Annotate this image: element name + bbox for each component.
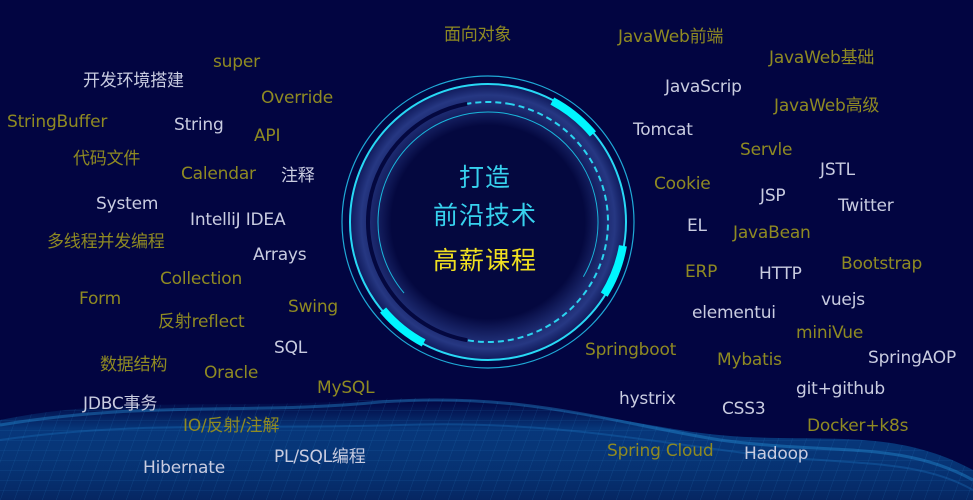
tag-mybatis: Mybatis — [717, 350, 782, 370]
tag-calendar: Calendar — [181, 164, 256, 184]
tag-springboot: Springboot — [585, 340, 677, 360]
tag-vuejs: vuejs — [821, 290, 865, 310]
center-line-3: 高薪课程 — [432, 246, 537, 275]
tag-javascrip: JavaScrip — [665, 77, 742, 97]
tag: 多线程并发编程 — [47, 232, 165, 252]
tag: 代码文件 — [73, 149, 141, 169]
tag-el: EL — [687, 216, 707, 236]
tag-minivue: miniVue — [796, 323, 864, 343]
tag-arrays: Arrays — [253, 245, 307, 265]
tag-mysql: MySQL — [317, 378, 375, 398]
tag-javaweb: JavaWeb高级 — [774, 96, 880, 116]
tag-system: System — [96, 194, 159, 214]
tag-elementui: elementui — [692, 303, 776, 323]
tag-servle: Servle — [740, 140, 793, 160]
tag-twitter: Twitter — [838, 196, 894, 216]
tag-hystrix: hystrix — [619, 389, 676, 409]
center-line-1: 打造 — [458, 163, 511, 192]
tag: 面向对象 — [444, 25, 512, 45]
tag-http: HTTP — [759, 264, 802, 284]
tag-spring-cloud: Spring Cloud — [607, 441, 714, 461]
tag-css3: CSS3 — [722, 399, 766, 419]
tag-javaweb: JavaWeb前端 — [618, 27, 724, 47]
tag-sql: SQL — [274, 338, 308, 358]
tech-word-cloud-banner: 打造 前沿技术 高薪课程 面向对象 JavaWeb前端 super JavaWe… — [0, 0, 973, 500]
tag-erp: ERP — [685, 262, 718, 282]
tag-javabean: JavaBean — [733, 223, 811, 243]
tag: 数据结构 — [100, 355, 168, 375]
tag-pl-sql: PL/SQL编程 — [274, 447, 366, 467]
tag-bootstrap: Bootstrap — [841, 254, 923, 274]
tag-oracle: Oracle — [204, 363, 259, 383]
tag-jstl: JSTL — [820, 160, 855, 180]
tag-reflect: 反射reflect — [158, 312, 245, 332]
tag-git-github: git+github — [796, 379, 885, 399]
tag-docker-k8s: Docker+k8s — [807, 416, 909, 436]
tag-super: super — [213, 52, 260, 72]
tag-javaweb: JavaWeb基础 — [769, 48, 875, 68]
tag-tomcat: Tomcat — [633, 120, 693, 140]
tag-stringbuffer: StringBuffer — [7, 112, 108, 132]
tag: 注释 — [281, 166, 315, 186]
tag-string: String — [174, 115, 224, 135]
tag-jsp: JSP — [760, 186, 786, 206]
center-line-2: 前沿技术 — [432, 201, 537, 230]
tag-override: Override — [261, 88, 333, 108]
tag-api: API — [254, 126, 281, 146]
tag-form: Form — [79, 289, 122, 309]
tag-collection: Collection — [160, 269, 243, 289]
tag-hibernate: Hibernate — [143, 458, 225, 478]
tag-springaop: SpringAOP — [868, 348, 957, 368]
tag-io: IO/反射/注解 — [183, 416, 280, 436]
tag-cookie: Cookie — [654, 174, 711, 194]
tag: 开发环境搭建 — [83, 71, 184, 91]
tag-jdbc: JDBC事务 — [83, 394, 158, 414]
tag-intellij-idea: IntelliJ IDEA — [190, 210, 286, 230]
tag-hadoop: Hadoop — [744, 444, 809, 464]
tag-swing: Swing — [288, 297, 338, 317]
